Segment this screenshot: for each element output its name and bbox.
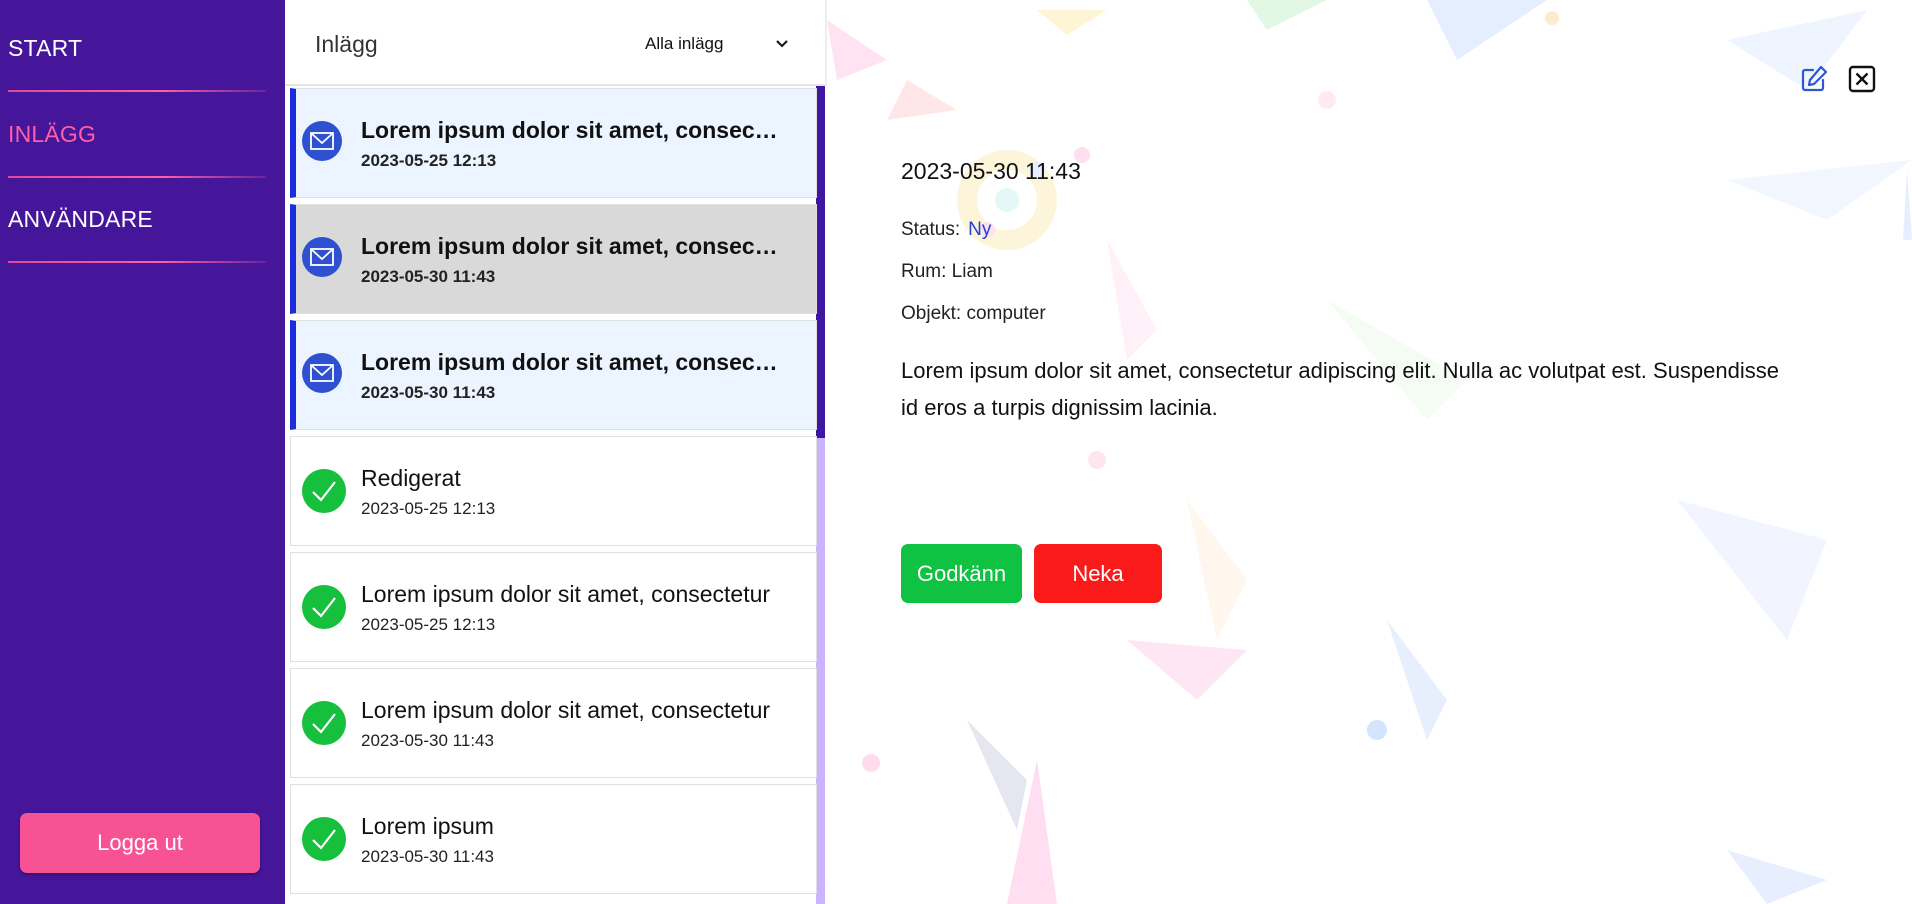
list-item-title: Lorem ipsum dolor sit amet, consectetur xyxy=(361,117,781,143)
list-title: Inlägg xyxy=(315,31,378,57)
post-room: Rum: Liam xyxy=(901,261,993,282)
status-label: Status: xyxy=(901,219,961,240)
list-item-title: Lorem ipsum dolor sit amet, consectetur xyxy=(361,581,771,607)
logout-button[interactable]: Logga ut xyxy=(20,813,260,873)
list-item[interactable]: Redigerat 2023-05-25 12:13 xyxy=(290,436,817,546)
list-item-title: Redigerat xyxy=(361,465,461,491)
list-item-date: 2023-05-30 11:43 xyxy=(361,847,494,866)
chevron-down-icon xyxy=(776,40,788,48)
confetti-background xyxy=(827,0,1912,904)
list-item-title: Lorem ipsum dolor sit amet, consectetur xyxy=(361,233,781,259)
post-date: 2023-05-30 11:43 xyxy=(901,158,1081,184)
list-item[interactable]: Lorem ipsum dolor sit amet, consectetur … xyxy=(290,88,817,198)
list-item-date: 2023-05-30 11:43 xyxy=(361,731,494,750)
list-item[interactable]: Lorem ipsum dolor sit amet, consectetur … xyxy=(290,668,817,778)
envelope-icon xyxy=(302,353,346,397)
list-scrollbar-thumb[interactable] xyxy=(816,86,825,438)
envelope-icon xyxy=(302,121,346,165)
list-item-title: Lorem ipsum dolor sit amet, consectetur xyxy=(361,697,771,723)
nav-item-anvandare[interactable]: ANVÄNDARE xyxy=(8,206,266,233)
check-icon xyxy=(302,585,346,629)
post-status: Status: Ny xyxy=(901,219,991,241)
check-icon xyxy=(302,817,346,861)
list-item[interactable]: Lorem ipsum 2023-05-30 11:43 xyxy=(290,784,817,894)
list-item-date: 2023-05-25 12:13 xyxy=(361,151,497,170)
list-item-date: 2023-05-30 11:43 xyxy=(361,383,496,402)
list-header: Inlägg Alla inlägg xyxy=(285,0,827,86)
list-item[interactable]: Lorem ipsum dolor sit amet, consectetur … xyxy=(290,320,817,430)
list-item-date: 2023-05-30 11:43 xyxy=(361,267,496,286)
envelope-icon xyxy=(302,237,346,281)
post-body: Lorem ipsum dolor sit amet, consectetur … xyxy=(901,358,1779,420)
nav-divider xyxy=(8,176,266,178)
post-detail-panel: 2023-05-30 11:43 Status: Ny Rum: Liam Obj… xyxy=(827,0,1912,904)
status-badge: Ny xyxy=(968,219,992,240)
deny-button[interactable]: Neka xyxy=(1034,544,1162,603)
list-item[interactable]: Lorem ipsum dolor sit amet, consectetur … xyxy=(290,204,817,314)
check-icon xyxy=(302,469,346,513)
post-object: Objekt: computer xyxy=(901,303,1046,324)
list-item-title: Lorem ipsum dolor sit amet, consectetur xyxy=(361,349,781,375)
approve-button[interactable]: Godkänn xyxy=(901,544,1022,603)
check-icon xyxy=(302,701,346,745)
edit-icon[interactable] xyxy=(1799,64,1829,94)
sidebar: START INLÄGG ANVÄNDARE Logga ut xyxy=(0,0,285,904)
list-item-date: 2023-05-25 12:13 xyxy=(361,499,496,518)
nav-divider xyxy=(8,90,266,92)
list-item[interactable]: Lorem ipsum dolor sit amet, consectetur … xyxy=(290,552,817,662)
post-list-panel: Inlägg Alla inlägg Lorem ipsum dolor sit… xyxy=(285,0,827,904)
list-item-title: Lorem ipsum xyxy=(361,813,494,839)
nav-item-start[interactable]: START xyxy=(8,35,266,62)
nav-item-inlagg[interactable]: INLÄGG xyxy=(8,121,266,148)
post-filter-select[interactable]: Alla inlägg xyxy=(637,26,799,62)
list-item-date: 2023-05-25 12:13 xyxy=(361,615,496,634)
close-icon[interactable] xyxy=(1847,64,1877,94)
filter-selected-value: Alla inlägg xyxy=(645,34,724,53)
nav-divider xyxy=(8,261,266,263)
